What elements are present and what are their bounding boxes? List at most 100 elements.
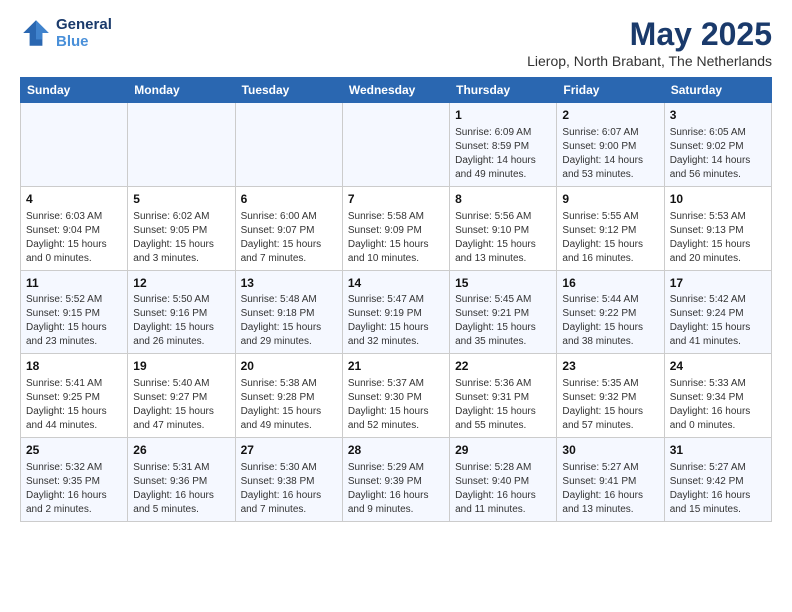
day-number: 24	[670, 358, 766, 375]
day-info: Sunset: 9:28 PM	[241, 391, 337, 405]
calendar-day-27: 27Sunrise: 5:30 AMSunset: 9:38 PMDayligh…	[235, 438, 342, 522]
calendar-week-row: 1Sunrise: 6:09 AMSunset: 8:59 PMDaylight…	[21, 103, 772, 187]
day-info: Sunset: 9:02 PM	[670, 140, 766, 154]
day-info: and 11 minutes.	[455, 503, 551, 517]
day-info: Sunset: 9:24 PM	[670, 307, 766, 321]
day-info: Sunrise: 5:30 AM	[241, 461, 337, 475]
day-info: and 0 minutes.	[670, 419, 766, 433]
title-block: May 2025 Lierop, North Brabant, The Neth…	[527, 16, 772, 69]
day-info: Sunrise: 5:52 AM	[26, 293, 122, 307]
day-info: and 10 minutes.	[348, 252, 444, 266]
calendar-week-row: 4Sunrise: 6:03 AMSunset: 9:04 PMDaylight…	[21, 186, 772, 270]
day-info: Sunset: 9:10 PM	[455, 224, 551, 238]
weekday-header-wednesday: Wednesday	[342, 78, 449, 103]
calendar-day-31: 31Sunrise: 5:27 AMSunset: 9:42 PMDayligh…	[664, 438, 771, 522]
day-info: Sunset: 9:38 PM	[241, 475, 337, 489]
day-info: Daylight: 15 hours	[562, 405, 658, 419]
calendar-week-row: 18Sunrise: 5:41 AMSunset: 9:25 PMDayligh…	[21, 354, 772, 438]
day-info: Daylight: 15 hours	[562, 321, 658, 335]
day-info: Sunset: 9:09 PM	[348, 224, 444, 238]
weekday-header-row: SundayMondayTuesdayWednesdayThursdayFrid…	[21, 78, 772, 103]
day-number: 2	[562, 107, 658, 124]
calendar-day-20: 20Sunrise: 5:38 AMSunset: 9:28 PMDayligh…	[235, 354, 342, 438]
calendar-day-2: 2Sunrise: 6:07 AMSunset: 9:00 PMDaylight…	[557, 103, 664, 187]
calendar-day-24: 24Sunrise: 5:33 AMSunset: 9:34 PMDayligh…	[664, 354, 771, 438]
weekday-header-tuesday: Tuesday	[235, 78, 342, 103]
day-info: Daylight: 15 hours	[26, 321, 122, 335]
calendar-day-16: 16Sunrise: 5:44 AMSunset: 9:22 PMDayligh…	[557, 270, 664, 354]
calendar-day-3: 3Sunrise: 6:05 AMSunset: 9:02 PMDaylight…	[664, 103, 771, 187]
day-info: Daylight: 15 hours	[348, 405, 444, 419]
calendar-day-empty	[235, 103, 342, 187]
calendar-day-8: 8Sunrise: 5:56 AMSunset: 9:10 PMDaylight…	[450, 186, 557, 270]
day-info: Sunrise: 5:58 AM	[348, 210, 444, 224]
day-number: 30	[562, 442, 658, 459]
calendar-day-30: 30Sunrise: 5:27 AMSunset: 9:41 PMDayligh…	[557, 438, 664, 522]
day-info: Sunset: 9:00 PM	[562, 140, 658, 154]
day-info: Sunset: 9:13 PM	[670, 224, 766, 238]
day-info: Sunset: 9:07 PM	[241, 224, 337, 238]
day-info: Daylight: 16 hours	[348, 489, 444, 503]
day-info: and 41 minutes.	[670, 335, 766, 349]
day-info: Sunrise: 5:29 AM	[348, 461, 444, 475]
day-info: Daylight: 15 hours	[241, 405, 337, 419]
day-info: Sunset: 9:35 PM	[26, 475, 122, 489]
day-info: Sunset: 9:18 PM	[241, 307, 337, 321]
month-title: May 2025	[527, 16, 772, 53]
day-info: Daylight: 15 hours	[26, 238, 122, 252]
day-info: Sunrise: 6:02 AM	[133, 210, 229, 224]
day-info: and 15 minutes.	[670, 503, 766, 517]
day-info: and 13 minutes.	[455, 252, 551, 266]
calendar-day-13: 13Sunrise: 5:48 AMSunset: 9:18 PMDayligh…	[235, 270, 342, 354]
calendar-day-28: 28Sunrise: 5:29 AMSunset: 9:39 PMDayligh…	[342, 438, 449, 522]
day-info: and 7 minutes.	[241, 503, 337, 517]
calendar-day-17: 17Sunrise: 5:42 AMSunset: 9:24 PMDayligh…	[664, 270, 771, 354]
day-info: Sunset: 9:40 PM	[455, 475, 551, 489]
day-info: Sunset: 9:41 PM	[562, 475, 658, 489]
day-info: Sunrise: 5:56 AM	[455, 210, 551, 224]
calendar-day-18: 18Sunrise: 5:41 AMSunset: 9:25 PMDayligh…	[21, 354, 128, 438]
day-info: and 16 minutes.	[562, 252, 658, 266]
day-info: Daylight: 16 hours	[670, 489, 766, 503]
day-info: Daylight: 15 hours	[348, 238, 444, 252]
day-number: 15	[455, 275, 551, 292]
day-info: Sunset: 9:39 PM	[348, 475, 444, 489]
day-info: Sunrise: 6:09 AM	[455, 126, 551, 140]
day-info: Sunset: 9:22 PM	[562, 307, 658, 321]
day-info: Daylight: 15 hours	[348, 321, 444, 335]
day-number: 9	[562, 191, 658, 208]
day-number: 17	[670, 275, 766, 292]
weekday-header-friday: Friday	[557, 78, 664, 103]
calendar-day-21: 21Sunrise: 5:37 AMSunset: 9:30 PMDayligh…	[342, 354, 449, 438]
calendar-day-19: 19Sunrise: 5:40 AMSunset: 9:27 PMDayligh…	[128, 354, 235, 438]
day-info: Sunset: 9:15 PM	[26, 307, 122, 321]
calendar-day-10: 10Sunrise: 5:53 AMSunset: 9:13 PMDayligh…	[664, 186, 771, 270]
calendar-day-7: 7Sunrise: 5:58 AMSunset: 9:09 PMDaylight…	[342, 186, 449, 270]
day-number: 25	[26, 442, 122, 459]
weekday-header-monday: Monday	[128, 78, 235, 103]
day-info: Sunrise: 5:53 AM	[670, 210, 766, 224]
day-info: Sunrise: 5:32 AM	[26, 461, 122, 475]
day-info: Daylight: 15 hours	[670, 238, 766, 252]
day-number: 6	[241, 191, 337, 208]
location: Lierop, North Brabant, The Netherlands	[527, 53, 772, 69]
day-info: Daylight: 16 hours	[133, 489, 229, 503]
day-info: and 53 minutes.	[562, 168, 658, 182]
day-info: Sunrise: 5:33 AM	[670, 377, 766, 391]
day-info: Sunrise: 6:07 AM	[562, 126, 658, 140]
day-info: and 57 minutes.	[562, 419, 658, 433]
day-info: Daylight: 15 hours	[26, 405, 122, 419]
calendar-day-23: 23Sunrise: 5:35 AMSunset: 9:32 PMDayligh…	[557, 354, 664, 438]
day-info: Sunrise: 5:55 AM	[562, 210, 658, 224]
day-info: Sunset: 9:32 PM	[562, 391, 658, 405]
day-info: Sunset: 9:19 PM	[348, 307, 444, 321]
calendar-week-row: 11Sunrise: 5:52 AMSunset: 9:15 PMDayligh…	[21, 270, 772, 354]
day-info: and 32 minutes.	[348, 335, 444, 349]
day-info: Sunrise: 5:28 AM	[455, 461, 551, 475]
calendar-day-5: 5Sunrise: 6:02 AMSunset: 9:05 PMDaylight…	[128, 186, 235, 270]
day-info: Sunrise: 5:27 AM	[670, 461, 766, 475]
day-number: 8	[455, 191, 551, 208]
day-info: and 2 minutes.	[26, 503, 122, 517]
day-info: Daylight: 14 hours	[670, 154, 766, 168]
day-info: Sunset: 9:31 PM	[455, 391, 551, 405]
